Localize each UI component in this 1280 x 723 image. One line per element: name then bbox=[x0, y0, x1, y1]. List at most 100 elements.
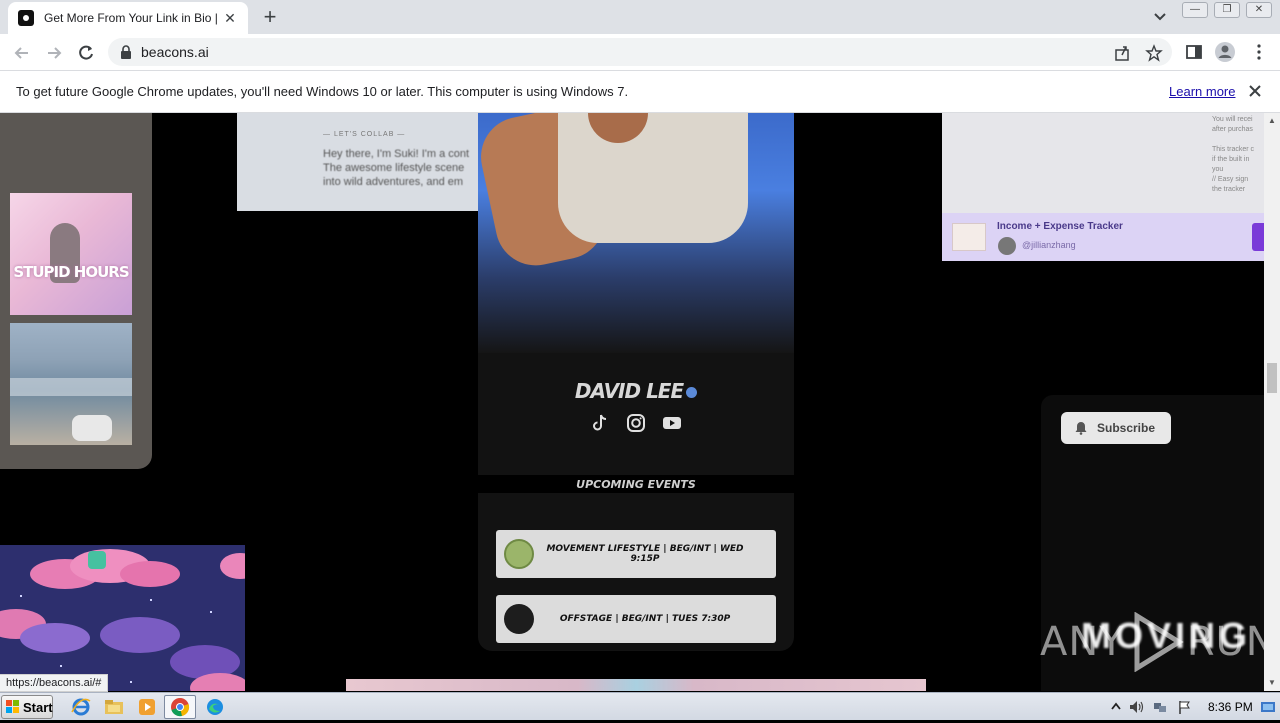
subscribe-button[interactable]: Subscribe bbox=[1061, 412, 1171, 444]
bio-line: into wild adventures, and em bbox=[323, 176, 464, 188]
window-controls: — ❐ ✕ bbox=[1182, 2, 1272, 18]
bio-card[interactable]: — LET'S COLLAB — Hey there, I'm Suki! I'… bbox=[237, 113, 497, 211]
subscribe-label: Subscribe bbox=[1097, 421, 1156, 435]
back-arrow-icon[interactable] bbox=[11, 42, 33, 64]
watermark-left: ANY bbox=[1040, 619, 1125, 665]
star-dot bbox=[20, 595, 22, 597]
volume-icon[interactable] bbox=[1128, 699, 1144, 715]
tab-title: Get More From Your Link in Bio | Bea bbox=[44, 11, 220, 25]
youtube-icon[interactable] bbox=[662, 413, 682, 433]
start-button[interactable]: Start bbox=[1, 695, 53, 719]
profile-name-row: DAVID LEE bbox=[478, 379, 794, 403]
cloud-art-card[interactable] bbox=[0, 545, 245, 691]
page-scrollbar[interactable]: ▲ ▼ bbox=[1264, 113, 1280, 691]
event-thumbnail bbox=[504, 539, 534, 569]
star-dot bbox=[60, 665, 62, 667]
seller-avatar bbox=[998, 237, 1016, 255]
file-explorer-icon[interactable] bbox=[103, 697, 125, 717]
edge-icon[interactable] bbox=[204, 697, 226, 717]
page-viewport: STUPID HOURS — LET'S COLLAB — Hey there,… bbox=[0, 113, 1264, 691]
tab-search-chevron-icon[interactable] bbox=[1152, 8, 1168, 24]
beach-figure bbox=[72, 415, 112, 441]
cloud-shape bbox=[20, 623, 90, 653]
verified-badge-icon bbox=[686, 387, 698, 398]
event-label: OFFSTAGE | BEG/INT | TUES 7:30P bbox=[559, 614, 731, 624]
menu-kebab-icon[interactable] bbox=[1250, 43, 1268, 61]
product-desc-line: after purchas bbox=[1212, 126, 1253, 133]
tiktok-icon[interactable] bbox=[590, 413, 610, 433]
social-links bbox=[590, 413, 682, 433]
sea-wave bbox=[10, 378, 132, 396]
browser-tab[interactable]: Get More From Your Link in Bio | Bea ✕ bbox=[8, 2, 248, 34]
address-bar[interactable]: beacons.ai bbox=[108, 38, 1172, 66]
profile-photo bbox=[478, 113, 794, 353]
product-title: Income + Expense Tracker bbox=[997, 221, 1123, 232]
update-infobar: To get future Google Chrome updates, you… bbox=[0, 71, 1280, 113]
media-player-icon[interactable] bbox=[136, 697, 158, 717]
bio-eyebrow: — LET'S COLLAB — bbox=[323, 131, 406, 138]
infobar-close-icon[interactable] bbox=[1248, 84, 1262, 98]
windows-logo-icon bbox=[6, 700, 20, 714]
cloud-shape bbox=[120, 561, 180, 587]
new-tab-button[interactable]: + bbox=[258, 4, 282, 30]
event-label: MOVEMENT LIFESTYLE | BEG/INT | WED 9:15P bbox=[546, 544, 744, 564]
seller-handle: @jillianzhang bbox=[1022, 240, 1076, 250]
star-dot bbox=[210, 611, 212, 613]
cloud-shape bbox=[220, 553, 245, 579]
show-desktop-icon[interactable] bbox=[1260, 699, 1276, 715]
browser-toolbar: beacons.ai bbox=[0, 34, 1280, 71]
network-icon[interactable] bbox=[1152, 699, 1168, 715]
product-card[interactable]: You will recei after purchas This tracke… bbox=[942, 113, 1264, 261]
next-card-edge bbox=[346, 679, 926, 691]
learn-more-link[interactable]: Learn more bbox=[1169, 84, 1235, 99]
buy-button[interactable] bbox=[1252, 223, 1264, 251]
event-thumbnail bbox=[504, 604, 534, 634]
product-desc-line: you bbox=[1212, 166, 1224, 173]
internet-explorer-icon[interactable] bbox=[70, 697, 92, 717]
photo-shirt-shape bbox=[558, 113, 748, 243]
product-desc-line: if the built in bbox=[1212, 156, 1250, 163]
minimize-button[interactable]: — bbox=[1182, 2, 1208, 18]
profile-name: DAVID LEE bbox=[574, 379, 684, 403]
scroll-down-arrow-icon[interactable]: ▼ bbox=[1268, 679, 1276, 687]
chrome-taskbar-button[interactable] bbox=[164, 695, 196, 719]
close-window-button[interactable]: ✕ bbox=[1246, 2, 1272, 18]
tray-overflow-icon[interactable] bbox=[1108, 699, 1124, 715]
gallery-photo-1[interactable]: STUPID HOURS bbox=[10, 193, 132, 315]
star-dot bbox=[150, 599, 152, 601]
cloud-shape bbox=[100, 617, 180, 653]
product-desc-line: the tracker bbox=[1212, 186, 1246, 193]
anyrun-watermark: ANY RUN bbox=[1040, 612, 1277, 672]
scroll-thumb[interactable] bbox=[1267, 363, 1277, 393]
event-link-button[interactable]: OFFSTAGE | BEG/INT | TUES 7:30P bbox=[496, 595, 776, 643]
product-description: You will recei after purchas This tracke… bbox=[1212, 115, 1264, 195]
product-desc-line: You will recei bbox=[1212, 116, 1253, 123]
tab-close-icon[interactable]: ✕ bbox=[222, 10, 238, 27]
restore-button[interactable]: ❐ bbox=[1214, 2, 1240, 18]
forward-arrow-icon[interactable] bbox=[43, 42, 65, 64]
product-desc-line: This tracker c bbox=[1212, 146, 1255, 153]
product-bar[interactable]: Income + Expense Tracker @jillianzhang bbox=[942, 213, 1264, 261]
play-logo-icon bbox=[1134, 612, 1184, 672]
photo-gallery-card[interactable]: STUPID HOURS bbox=[0, 113, 152, 469]
share-icon[interactable] bbox=[1113, 44, 1131, 62]
reload-icon[interactable] bbox=[75, 42, 97, 64]
gallery-photo-caption: STUPID HOURS bbox=[13, 263, 129, 281]
event-link-button[interactable]: MOVEMENT LIFESTYLE | BEG/INT | WED 9:15P bbox=[496, 530, 776, 578]
beacons-favicon-icon bbox=[18, 10, 34, 26]
gallery-photo-2[interactable] bbox=[10, 323, 132, 445]
scroll-up-arrow-icon[interactable]: ▲ bbox=[1268, 117, 1276, 125]
link-status-bubble: https://beacons.ai/# bbox=[0, 674, 109, 692]
product-desc-line bbox=[1212, 135, 1264, 145]
profile-avatar-icon[interactable] bbox=[1214, 41, 1236, 63]
start-label: Start bbox=[23, 699, 53, 715]
lock-icon[interactable] bbox=[120, 45, 132, 59]
bookmark-star-icon[interactable] bbox=[1145, 44, 1163, 62]
url-text[interactable]: beacons.ai bbox=[141, 44, 209, 60]
bio-text: Hey there, I'm Suki! I'm a cont The awes… bbox=[323, 147, 493, 189]
instagram-icon[interactable] bbox=[626, 413, 646, 433]
action-center-flag-icon[interactable] bbox=[1176, 699, 1192, 715]
bell-icon bbox=[1075, 422, 1087, 435]
windows-taskbar: Start 8:36 PM bbox=[0, 692, 1280, 720]
side-panel-icon[interactable] bbox=[1185, 43, 1203, 61]
